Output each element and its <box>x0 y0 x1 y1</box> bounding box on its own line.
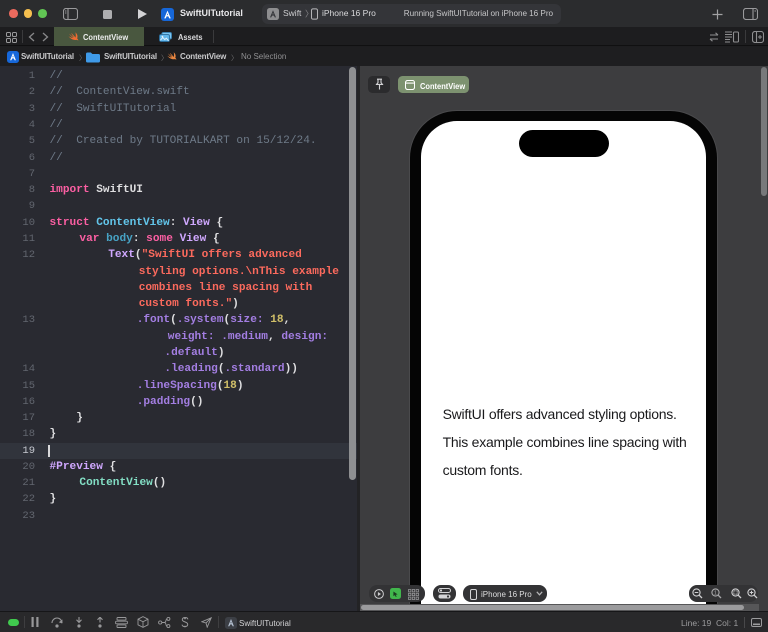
svg-text:1: 1 <box>714 591 717 597</box>
